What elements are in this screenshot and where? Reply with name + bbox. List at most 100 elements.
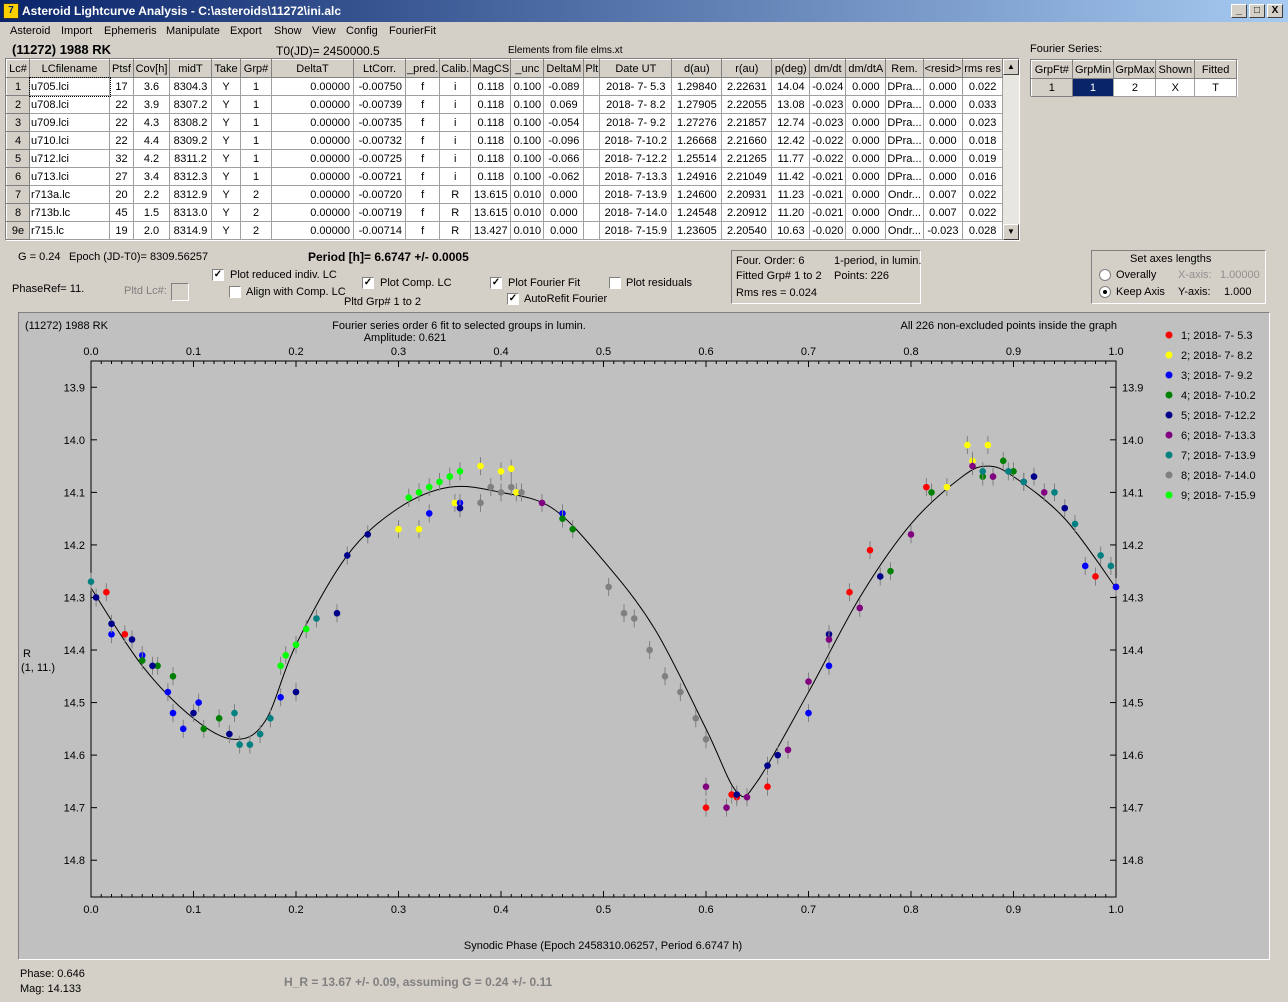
table-cell[interactable]: 2.22055: [721, 95, 773, 114]
table-cell[interactable]: 0.000: [922, 77, 964, 96]
table-cell[interactable]: 2.21265: [721, 149, 773, 168]
table-cell[interactable]: 0.118: [470, 149, 512, 168]
table-cell[interactable]: -0.021: [809, 167, 847, 186]
pltd-lc-spinner[interactable]: [171, 283, 189, 301]
table-cell[interactable]: 1: [240, 113, 272, 132]
table-cell[interactable]: 11.23: [771, 185, 811, 204]
menu-view[interactable]: View: [312, 25, 336, 37]
table-cell[interactable]: 3.4: [133, 167, 170, 186]
table-cell[interactable]: [583, 95, 601, 114]
table-cell[interactable]: Y: [211, 203, 241, 222]
column-header[interactable]: dm/dt: [809, 59, 847, 78]
table-cell[interactable]: 2.22631: [721, 77, 773, 96]
table-cell[interactable]: 2: [240, 185, 272, 204]
table-cell[interactable]: 0.010: [510, 221, 545, 240]
scroll-down-icon[interactable]: ▼: [1003, 224, 1019, 240]
table-cell[interactable]: 13.615: [470, 203, 512, 222]
table-cell[interactable]: 0.00000: [271, 131, 354, 150]
plot-residuals-checkbox[interactable]: [609, 277, 621, 289]
column-header[interactable]: DeltaM: [543, 59, 585, 78]
table-row[interactable]: 9e r715.lc 19 2.0 8314.9 Y 2 0.00000 -0.00714 f R 1…: [6, 221, 1003, 240]
table-cell[interactable]: 0.100: [510, 167, 545, 186]
table-cell[interactable]: 0.000: [543, 203, 585, 222]
table-cell[interactable]: Ondr...: [885, 185, 924, 204]
table-cell[interactable]: 0.000: [845, 185, 887, 204]
menu-fourierfit[interactable]: FourierFit: [389, 25, 436, 37]
table-cell[interactable]: 11.77: [771, 149, 811, 168]
fourier-column-header[interactable]: GrpMax: [1113, 60, 1157, 79]
row-header[interactable]: 1: [6, 77, 30, 96]
table-cell[interactable]: Ondr...: [885, 203, 924, 222]
table-cell[interactable]: 22: [109, 131, 134, 150]
menu-asteroid[interactable]: Asteroid: [10, 25, 50, 37]
table-cell[interactable]: 0.100: [510, 113, 545, 132]
table-cell[interactable]: 1.29840: [671, 77, 723, 96]
table-cell[interactable]: 2.20540: [721, 221, 773, 240]
table-cell[interactable]: 2.21857: [721, 113, 773, 132]
table-cell[interactable]: 0.023: [962, 113, 1003, 132]
table-cell[interactable]: 12.42: [771, 131, 811, 150]
table-cell[interactable]: 0.010: [510, 203, 545, 222]
table-cell[interactable]: -0.00739: [353, 95, 406, 114]
table-cell[interactable]: [583, 131, 601, 150]
table-cell[interactable]: -0.024: [809, 77, 847, 96]
minimize-button[interactable]: _: [1231, 4, 1247, 18]
table-cell[interactable]: [583, 203, 601, 222]
table-cell[interactable]: 0.007: [922, 185, 964, 204]
table-cell[interactable]: 1.24600: [671, 185, 723, 204]
table-cell[interactable]: 0.00000: [271, 203, 354, 222]
table-cell[interactable]: 0.100: [510, 95, 545, 114]
table-cell[interactable]: 0.028: [962, 221, 1003, 240]
table-cell[interactable]: 22: [109, 95, 134, 114]
table-row[interactable]: 4 u710.lci 22 4.4 8309.2 Y 1 0.00000 -0.00732 f i 0…: [6, 131, 1003, 150]
plot-comp-checkbox[interactable]: ✓: [362, 277, 374, 289]
table-cell[interactable]: 10.63: [771, 221, 811, 240]
table-cell[interactable]: -0.021: [809, 203, 847, 222]
fourier-cell[interactable]: 2: [1113, 78, 1157, 97]
table-cell[interactable]: 0.00000: [271, 113, 354, 132]
table-cell[interactable]: 0.000: [922, 149, 964, 168]
table-cell[interactable]: 0.000: [543, 221, 585, 240]
menu-export[interactable]: Export: [230, 25, 262, 37]
column-header[interactable]: Grp#: [240, 59, 272, 78]
table-cell[interactable]: 0.118: [470, 77, 512, 96]
maximize-button[interactable]: □: [1249, 4, 1265, 18]
table-cell[interactable]: f: [404, 221, 441, 240]
table-cell[interactable]: 0.016: [962, 167, 1003, 186]
table-cell[interactable]: u710.lci: [29, 131, 110, 150]
fourier-cell[interactable]: 1: [1031, 78, 1073, 97]
table-cell[interactable]: 2018- 7-13.9: [599, 185, 673, 204]
table-cell[interactable]: [583, 167, 601, 186]
row-header[interactable]: 4: [6, 131, 30, 150]
table-cell[interactable]: 0.000: [845, 149, 887, 168]
table-cell[interactable]: f: [404, 77, 441, 96]
table-cell[interactable]: R: [439, 185, 472, 204]
table-cell[interactable]: 2018- 7-10.2: [599, 131, 673, 150]
table-cell[interactable]: 2018- 7-13.3: [599, 167, 673, 186]
table-cell[interactable]: 8313.0: [169, 203, 212, 222]
table-cell[interactable]: 0.022: [962, 203, 1003, 222]
table-cell[interactable]: 8309.2: [169, 131, 212, 150]
table-cell[interactable]: 0.000: [845, 77, 887, 96]
fourier-cell[interactable]: 1: [1071, 78, 1115, 97]
table-cell[interactable]: 0.069: [543, 95, 585, 114]
table-cell[interactable]: Y: [211, 185, 241, 204]
table-cell[interactable]: 0.100: [510, 77, 545, 96]
table-cell[interactable]: 2: [240, 221, 272, 240]
column-header[interactable]: Date UT: [599, 59, 673, 78]
table-cell[interactable]: 2: [240, 203, 272, 222]
table-cell[interactable]: -0.023: [809, 95, 847, 114]
table-cell[interactable]: -0.020: [809, 221, 847, 240]
table-cell[interactable]: 2.20931: [721, 185, 773, 204]
table-cell[interactable]: 1: [240, 95, 272, 114]
table-cell[interactable]: f: [404, 203, 441, 222]
table-cell[interactable]: 0.118: [470, 167, 512, 186]
table-cell[interactable]: 1: [240, 131, 272, 150]
table-cell[interactable]: f: [404, 131, 441, 150]
column-header[interactable]: <resid>: [922, 59, 964, 78]
column-header[interactable]: _unc: [510, 59, 545, 78]
column-header[interactable]: Calib.: [439, 59, 472, 78]
table-cell[interactable]: 1: [240, 167, 272, 186]
table-cell[interactable]: 0.000: [845, 95, 887, 114]
table-cell[interactable]: 4.4: [133, 131, 170, 150]
